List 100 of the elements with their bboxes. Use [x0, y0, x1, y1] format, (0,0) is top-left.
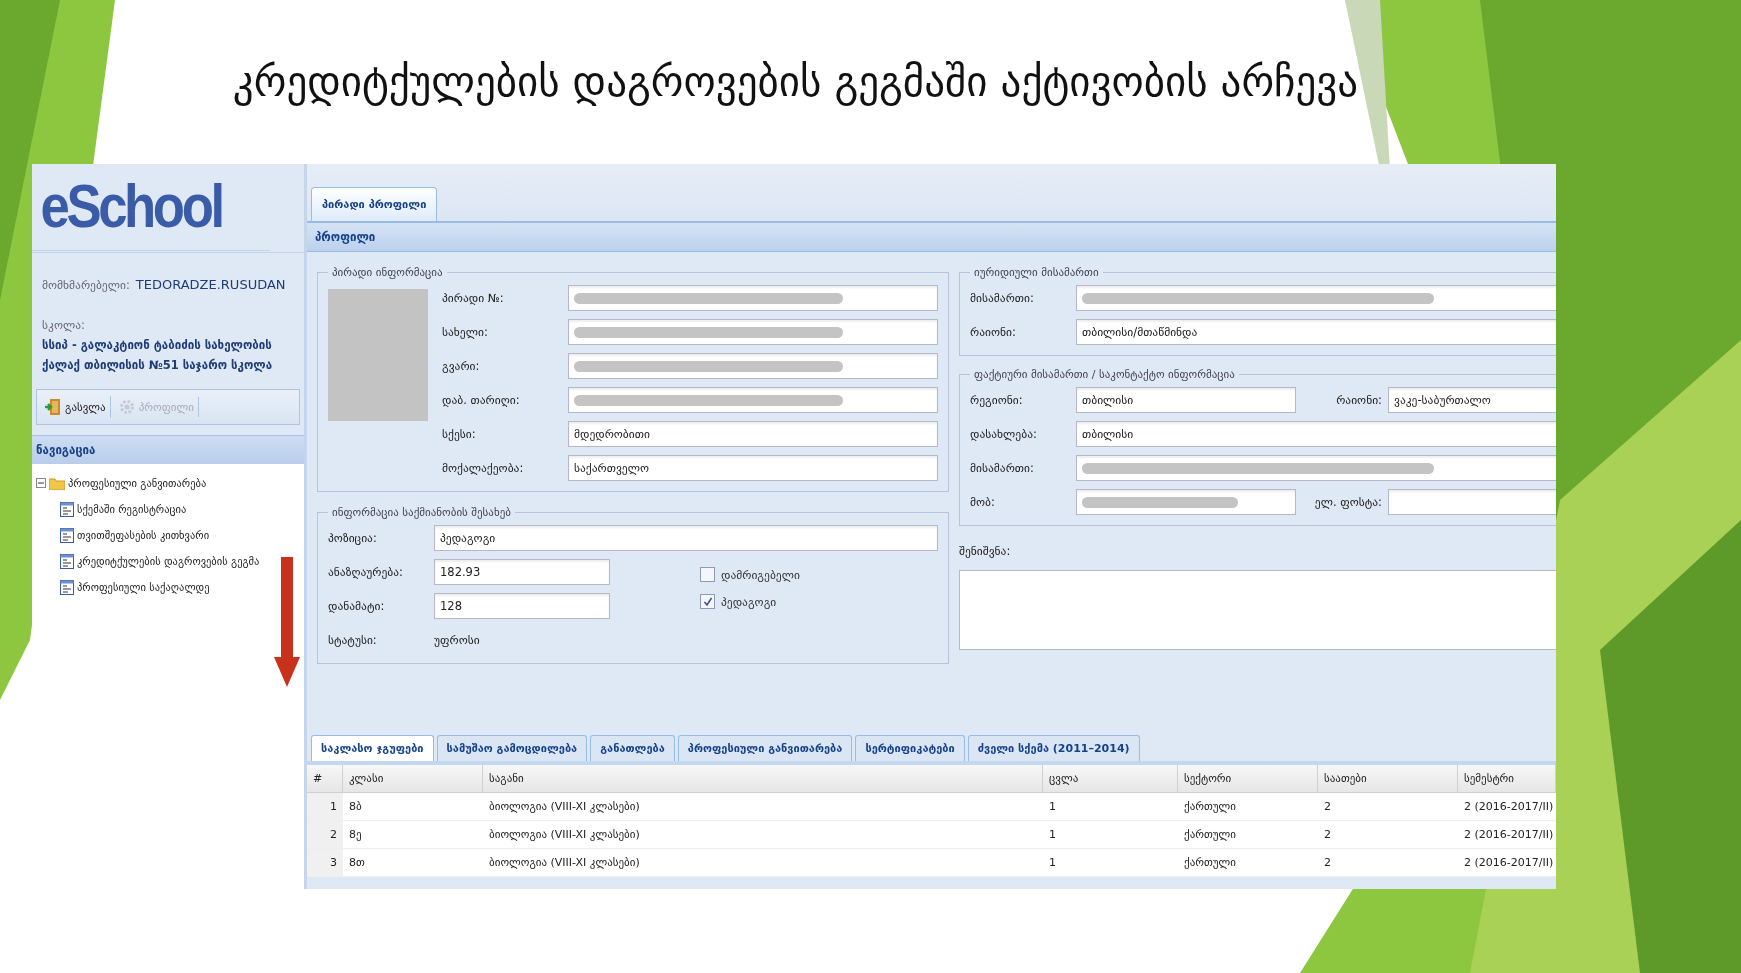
tab[interactable]: პროფესიული განვითარება [677, 735, 853, 761]
input-field[interactable] [1076, 489, 1296, 515]
table-cell-text: ქართული [1183, 828, 1237, 841]
field-label: სახელი: [442, 325, 489, 339]
document-icon [60, 579, 74, 595]
input-field[interactable]: 128 [434, 593, 610, 619]
field-label: მისამართი: [970, 461, 1035, 475]
collapse-icon[interactable] [36, 478, 46, 488]
input-field[interactable]: თბილისი [1076, 387, 1296, 413]
field-label: რაიონი: [1335, 393, 1382, 407]
logo: eSchool [32, 164, 270, 251]
door-icon [45, 398, 61, 416]
table-cell-text: ქართული [1183, 856, 1237, 869]
checkbox-label: დამრიგებელი [721, 567, 800, 582]
input-field[interactable] [1076, 455, 1556, 481]
panel-header: ნავიგაცია [32, 436, 304, 464]
toolbar-button[interactable]: გასვლა [41, 396, 111, 418]
input-field[interactable]: თბილისი [1076, 421, 1556, 447]
table-cell-text: ქართული [1183, 800, 1237, 813]
table-cell-text: 8ე [348, 828, 363, 841]
status-value: უფროსი [434, 633, 480, 647]
table-cell-text: 2 (2016-2017/II) [1463, 828, 1555, 841]
tree-item[interactable]: სქემაში რეგისტრაცია [77, 503, 187, 515]
school-name: სსიპ - გალაკტიონ ტაბიძის სახელობის ქალაქ თბილისის №51 საჯარო სკოლა [42, 337, 273, 374]
input-field[interactable] [1388, 489, 1556, 515]
column-header[interactable]: საათები [1318, 765, 1458, 792]
field-label: რეგიონი: [970, 393, 1024, 407]
group-title: ინფორმაცია საქმიანობის შესახებ [331, 506, 512, 519]
table-cell-text: 1 [1048, 856, 1057, 869]
input-field[interactable]: პედაგოგი [434, 525, 938, 551]
tab[interactable]: ძველი სქემა (2011–2014) [967, 735, 1140, 761]
field-label: დაბ. თარიღი: [442, 393, 521, 407]
tree-item[interactable]: თვითშეფასების კითხვარი [77, 529, 210, 541]
gear-icon [118, 399, 135, 415]
field-label: მოქალაქეობა: [442, 461, 525, 475]
tree-item[interactable]: პროფესიული განვითარება [68, 477, 207, 489]
row-number: 1 [307, 793, 343, 820]
tab[interactable]: განათლება [590, 735, 675, 761]
field-label: გვარი: [442, 359, 481, 373]
checkbox-label: პედაგოგი [721, 594, 777, 609]
table-cell-text: 8ბ [348, 800, 363, 813]
column-header[interactable]: საგანი [483, 765, 1043, 792]
table-cell-text: ბიოლოგია (VIII-XI კლასები) [488, 856, 641, 869]
input-field[interactable]: 182.93 [434, 559, 610, 585]
field-label: დანამატი: [328, 599, 386, 613]
input-field[interactable]: მდედრობითი [568, 421, 938, 447]
document-icon [60, 553, 74, 569]
input-field[interactable] [1076, 285, 1556, 311]
tab[interactable]: პირადი პროფილი [311, 187, 438, 221]
input-field[interactable] [568, 319, 938, 345]
field-label: სქესი: [442, 427, 477, 441]
slide-title: კრედიტქულების დაგროვების გეგმაში აქტივობის არჩევა [232, 58, 1359, 108]
tree-item[interactable]: კრედიტქულების დაგროვების გეგმა [77, 555, 260, 567]
field-label: რაიონი: [970, 325, 1017, 339]
column-header[interactable]: სექტორი [1178, 765, 1318, 792]
table-cell-text: ბიოლოგია (VIII-XI კლასები) [488, 828, 641, 841]
column-header[interactable]: კლასი [343, 765, 483, 792]
user-label: მომხმარებელი: [42, 278, 130, 292]
field-label: პოზიცია: [328, 531, 378, 545]
input-field[interactable]: საქართველო [568, 455, 938, 481]
table-cell-text: 2 [1323, 856, 1332, 869]
group-title: პირადი ინფორმაცია [331, 266, 444, 279]
group-title: იურიდიული მისამართი [973, 266, 1100, 279]
column-header[interactable]: ცვლა [1043, 765, 1178, 792]
field-label: მობ: [970, 495, 996, 509]
column-header[interactable]: სემესტრი [1458, 765, 1556, 792]
table-cell-text: ბიოლოგია (VIII-XI კლასები) [488, 800, 641, 813]
checkbox[interactable] [700, 567, 715, 582]
table-cell-text: 2 (2016-2017/II) [1463, 800, 1555, 813]
field-label: ელ. ფოსტა: [1313, 495, 1382, 509]
folder-icon [49, 476, 65, 490]
table-cell-text: 8თ [348, 856, 366, 869]
group-title: ფაქტიური მისამართი / საკონტაქტო ინფორმაცია [973, 368, 1236, 381]
arrow-icon [274, 557, 300, 687]
input-field[interactable]: თბილისი/მთაწმინდა [1076, 319, 1556, 345]
input-field[interactable] [568, 353, 938, 379]
tab[interactable]: საკლასო ჯგუფები [311, 735, 434, 761]
checkbox[interactable] [700, 594, 715, 609]
notes-field[interactable] [959, 570, 1556, 650]
row-number: 2 [307, 821, 343, 848]
field-label: პირადი №: [442, 291, 505, 305]
field-label: დასახლება: [970, 427, 1038, 441]
user-name: TEDORADZE.RUSUDAN [135, 277, 286, 292]
field-label: შენიშვნა: [959, 544, 1012, 558]
field-label: სტატუსი: [328, 633, 378, 647]
tab[interactable]: სერტიფიკატები [855, 735, 965, 761]
column-header[interactable]: # [307, 765, 343, 792]
input-field[interactable] [568, 387, 938, 413]
table-cell-text: 2 [1323, 800, 1332, 813]
input-field[interactable]: ვაკე-საბურთალო [1388, 387, 1556, 413]
input-field[interactable] [568, 285, 938, 311]
row-number: 3 [307, 849, 343, 876]
school-label: სკოლა: [42, 318, 85, 332]
field-label: ანაზღაურება: [328, 565, 404, 579]
tab[interactable]: სამუშაო გამოცდილება [436, 735, 588, 761]
document-icon [60, 527, 74, 543]
table-cell-text: 2 (2016-2017/II) [1463, 856, 1555, 869]
document-icon [60, 501, 74, 517]
table-cell-text: 1 [1048, 800, 1057, 813]
tree-item[interactable]: პროფესიული საქაღალდე [77, 581, 210, 593]
